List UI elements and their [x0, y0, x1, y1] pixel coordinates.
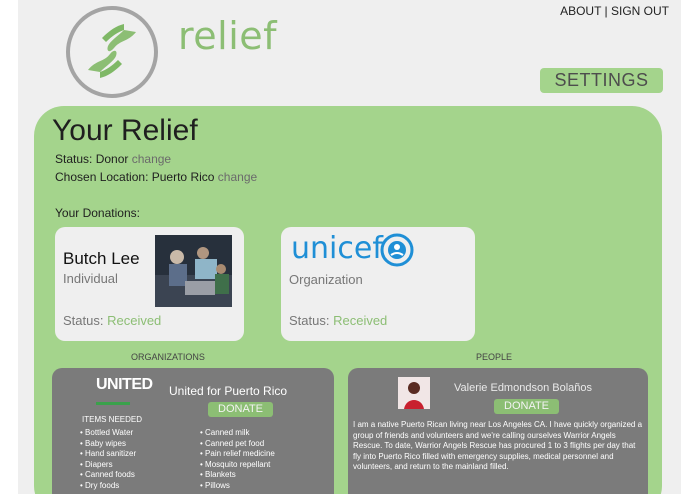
donor-name: Butch Lee — [63, 249, 140, 268]
united-logo-flag — [96, 402, 130, 405]
change-location-link[interactable]: change — [218, 170, 257, 184]
brand-title: relief — [178, 14, 278, 58]
unicef-logo-text: unicef — [291, 231, 383, 266]
location-label: Chosen Location: — [55, 170, 149, 184]
helping-hands-icon — [88, 24, 136, 78]
items-needed-title: ITEMS NEEDED — [82, 415, 143, 424]
donation-card-individual[interactable]: Butch Lee Individual Status: Received — [55, 227, 244, 341]
location-value: Puerto Rico — [151, 170, 215, 184]
person-donate-button[interactable]: DONATE — [494, 399, 560, 414]
sign-out-link[interactable]: SIGN OUT — [611, 4, 669, 18]
unicef-globe-icon — [380, 233, 414, 267]
nav-separator: | — [601, 4, 611, 18]
donations-label: Your Donations: — [55, 206, 140, 220]
list-item: Diapers — [80, 460, 136, 471]
list-item: Mosquito repellant — [200, 460, 275, 471]
organization-name: United for Puerto Rico — [169, 384, 288, 398]
donor-type: Individual — [63, 271, 118, 286]
list-item: Canned pet food — [200, 439, 275, 450]
list-item: Hand sanitizer — [80, 449, 136, 460]
page-title: Your Relief — [52, 114, 198, 147]
avatar — [398, 377, 430, 409]
org-type: Organization — [289, 272, 363, 287]
list-item: Blankets — [200, 470, 275, 481]
relief-logo[interactable] — [66, 6, 158, 98]
list-item: Pillows — [200, 481, 275, 492]
your-relief-panel: Your Relief Status: Donor change Chosen … — [34, 106, 662, 494]
organization-card[interactable]: UNITED United for Puerto Rico DONATE ITE… — [52, 368, 334, 494]
united-logo: UNITED — [96, 376, 153, 393]
list-item: Pain relief medicine — [200, 449, 275, 460]
list-item: Bottled Water — [80, 428, 136, 439]
people-header: PEOPLE — [476, 352, 513, 362]
about-link[interactable]: ABOUT — [560, 4, 601, 18]
donation-card-organization[interactable]: unicef Organization Status: Received — [281, 227, 475, 341]
donation-status: Status: Received — [289, 313, 388, 328]
person-name: Valerie Edmondson Bolaños — [454, 382, 592, 394]
organizations-header: ORGANIZATIONS — [131, 352, 205, 362]
change-status-link[interactable]: change — [132, 152, 171, 166]
status-line: Status: Donor change — [55, 152, 171, 166]
list-item: Canned foods — [80, 470, 136, 481]
settings-button[interactable]: SETTINGS — [540, 68, 663, 93]
location-line: Chosen Location: Puerto Rico change — [55, 170, 257, 184]
status-received: Received — [333, 313, 388, 328]
person-card[interactable]: Valerie Edmondson Bolaños DONATE I am a … — [348, 368, 648, 494]
list-item: Canned milk — [200, 428, 275, 439]
items-list-right: Canned milk Canned pet food Pain relief … — [200, 428, 275, 491]
donor-photo — [155, 235, 232, 307]
items-list-left: Bottled Water Baby wipes Hand sanitizer … — [80, 428, 136, 491]
person-bio: I am a native Puerto Rican living near L… — [353, 420, 643, 471]
status-label: Status: — [55, 152, 93, 166]
top-nav: ABOUT | SIGN OUT — [560, 4, 669, 18]
app-frame: relief ABOUT | SIGN OUT SETTINGS Your Re… — [18, 0, 681, 494]
org-donate-button[interactable]: DONATE — [208, 402, 274, 417]
donation-status: Status: Received — [63, 313, 162, 328]
status-received: Received — [107, 313, 162, 328]
list-item: Dry foods — [80, 481, 136, 492]
status-value: Donor — [95, 152, 129, 166]
list-item: Baby wipes — [80, 439, 136, 450]
